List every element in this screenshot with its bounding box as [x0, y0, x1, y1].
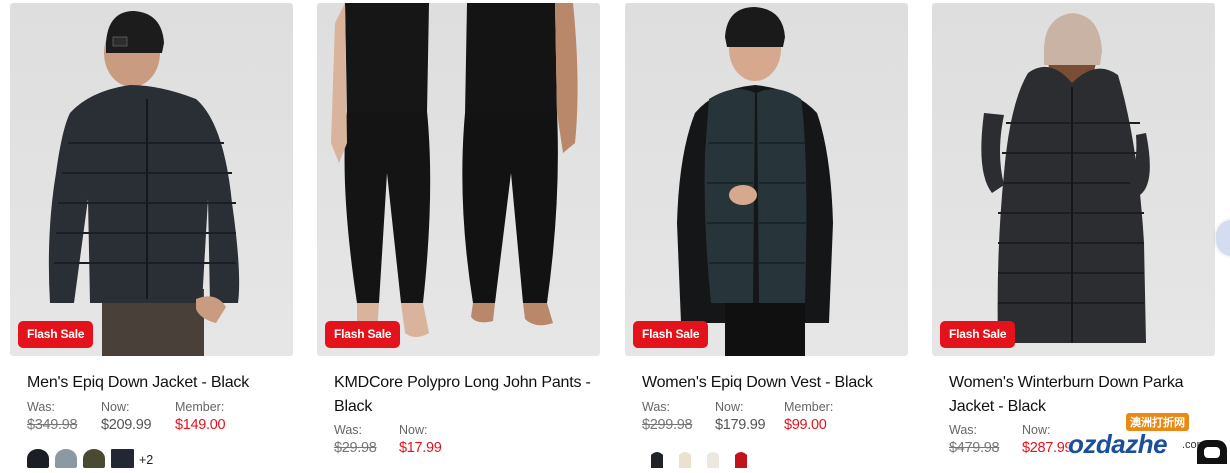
now-value: $17.99 [399, 440, 442, 456]
member-value: $149.00 [175, 417, 226, 433]
woman-in-long-parka-photo [981, 13, 1150, 344]
product-name[interactable]: Women's Epiq Down Vest - Black [642, 371, 904, 395]
product-card[interactable]: Flash Sale Men's Epiq Down Jacket - Blac… [10, 3, 293, 468]
now-value: $209.99 [101, 417, 152, 433]
product-grid: Flash Sale Men's Epiq Down Jacket - Blac… [10, 3, 1230, 468]
was-value: $29.98 [334, 440, 377, 456]
swatch-navy[interactable] [111, 449, 134, 468]
was-price: Was: $479.98 [949, 422, 1000, 458]
flash-sale-badge: Flash Sale [940, 321, 1016, 348]
watermark-text: ozdazhe [1068, 429, 1168, 459]
swatch-black[interactable] [27, 449, 49, 468]
flash-sale-badge: Flash Sale [18, 321, 94, 348]
was-price: Was: $349.98 [27, 399, 78, 435]
was-value: $349.98 [27, 417, 78, 433]
member-value: $99.00 [784, 417, 827, 433]
now-price: Now: $209.99 [101, 399, 152, 435]
swatch-grey[interactable] [55, 449, 77, 468]
chat-bubble-icon[interactable] [1197, 440, 1227, 464]
flash-sale-badge: Flash Sale [633, 321, 709, 348]
color-swatches [645, 449, 765, 468]
member-label: Member: [175, 400, 225, 414]
now-price: Now: $17.99 [399, 422, 442, 458]
was-price: Was: $299.98 [642, 399, 693, 435]
swatch-olive[interactable] [83, 449, 105, 468]
models-in-thermal-pants-photo [331, 3, 578, 339]
swatch-white[interactable] [707, 452, 719, 468]
product-card[interactable]: Flash Sale Women's Winterburn Down Parka… [932, 3, 1215, 465]
now-label: Now: [101, 400, 130, 414]
swatch-red[interactable] [735, 452, 747, 468]
member-price: Member: $149.00 [175, 399, 226, 435]
now-label: Now: [715, 400, 744, 414]
now-value: $179.99 [715, 417, 766, 433]
chat-glyph [1204, 447, 1220, 458]
swatch-cream[interactable] [679, 452, 691, 468]
man-in-puffer-jacket-photo [48, 11, 240, 356]
product-card[interactable]: Flash Sale KMDCore Polypro Long John Pan… [317, 3, 600, 465]
flash-sale-badge: Flash Sale [325, 321, 401, 348]
was-price: Was: $29.98 [334, 422, 377, 458]
now-label: Now: [399, 423, 428, 437]
watermark-logo: 澳洲打折网 ozdazhe .com [1050, 413, 1220, 465]
product-name[interactable]: Women's Winterburn Down Parka Jacket - B… [949, 371, 1211, 419]
product-card[interactable]: Flash Sale Women's Epiq Down Vest - Blac… [625, 3, 908, 468]
product-image[interactable]: Flash Sale [932, 3, 1215, 356]
member-price: Member: $99.00 [784, 399, 833, 435]
now-price: Now: $179.99 [715, 399, 766, 435]
product-image[interactable]: Flash Sale [625, 3, 908, 356]
was-value: $479.98 [949, 440, 1000, 456]
product-image[interactable]: Flash Sale [10, 3, 293, 356]
was-value: $299.98 [642, 417, 693, 433]
woman-in-down-vest-photo [677, 7, 833, 356]
member-label: Member: [784, 400, 834, 414]
was-label: Was: [949, 423, 978, 437]
product-image[interactable]: Flash Sale [317, 3, 600, 356]
product-name[interactable]: KMDCore Polypro Long John Pants - Black [334, 371, 596, 419]
product-name[interactable]: Men's Epiq Down Jacket - Black [27, 371, 289, 395]
was-label: Was: [642, 400, 671, 414]
swatch-row [651, 452, 747, 468]
swatch-black[interactable] [651, 452, 663, 468]
was-label: Was: [27, 400, 56, 414]
was-label: Was: [334, 423, 363, 437]
